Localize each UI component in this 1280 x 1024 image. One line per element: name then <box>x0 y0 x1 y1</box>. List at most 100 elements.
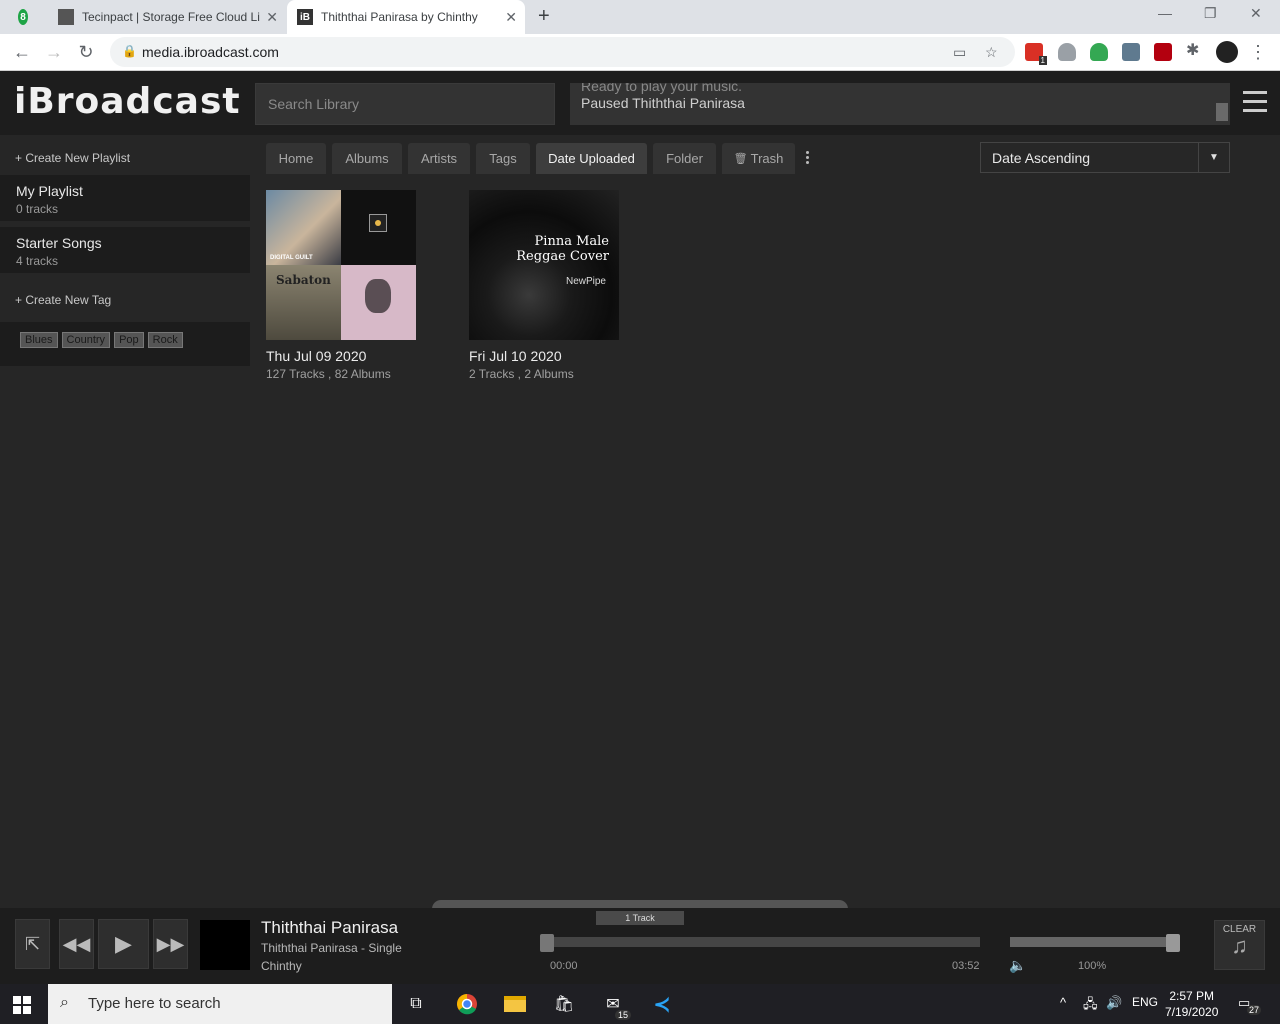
seek-bar[interactable] <box>546 937 980 947</box>
ibroadcast-logo[interactable]: iBroadcast <box>14 81 241 122</box>
now-playing-artist: Chinthy <box>261 959 302 973</box>
playlist-name: Starter Songs <box>16 235 102 251</box>
system-clock[interactable]: 2:57 PM 7/19/2020 <box>1165 988 1218 1020</box>
collage-artwork: DIGITAL GUILT Sabaton <box>266 190 416 340</box>
chrome-icon[interactable] <box>455 992 479 1016</box>
windows-start-icon[interactable] <box>13 996 31 1014</box>
network-icon[interactable]: 🖧 <box>1083 995 1098 1017</box>
card-summary: 127 Tracks , 82 Albums <box>266 367 391 381</box>
vscode-icon[interactable]: ≺ <box>650 992 674 1016</box>
tab-artists[interactable]: Artists <box>408 143 470 174</box>
upload-date-card[interactable]: DIGITAL GUILT Sabaton Thu Jul 09 2020 12… <box>266 190 416 381</box>
minimize-icon[interactable]: — <box>1158 5 1172 21</box>
volume-slider[interactable] <box>1010 937 1178 947</box>
now-playing-title: Thiththai Panirasa <box>261 918 399 937</box>
chevron-down-icon: ▼ <box>1198 143 1229 172</box>
new-tab-button[interactable]: + <box>538 5 550 28</box>
ibroadcast-favicon-icon: iB <box>297 9 313 25</box>
tab-folder[interactable]: Folder <box>653 143 716 174</box>
window-close-icon[interactable]: ✕ <box>1250 5 1262 22</box>
playlist-name: My Playlist <box>16 183 83 199</box>
profile-avatar[interactable] <box>1216 41 1238 63</box>
sort-select[interactable]: Date Ascending ▼ <box>980 142 1230 173</box>
extension-blue-icon[interactable] <box>1122 43 1140 61</box>
cast-icon[interactable]: ▭ <box>953 44 966 61</box>
tag-rock[interactable]: Rock <box>147 332 183 348</box>
tag-country[interactable]: Country <box>61 332 111 348</box>
restore-icon[interactable]: ❐ <box>1204 5 1217 22</box>
back-icon[interactable]: ← <box>10 40 34 64</box>
create-tag-link[interactable]: + Create New Tag <box>0 279 250 322</box>
forward-icon[interactable]: → <box>42 40 66 64</box>
tag-pop[interactable]: Pop <box>114 332 144 348</box>
taskbar-search-placeholder: Type here to search <box>88 995 221 1012</box>
tab-title: Tecinpact | Storage Free Cloud Li <box>82 10 260 24</box>
task-view-icon[interactable]: ⧉ <box>404 992 428 1016</box>
status-scrollbar[interactable] <box>1216 103 1228 121</box>
playlist-count: 4 tracks <box>16 254 59 268</box>
close-icon[interactable]: ✕ <box>505 9 517 26</box>
tab-trash-label: Trash <box>750 151 784 166</box>
card-summary: 2 Tracks , 2 Albums <box>469 367 574 381</box>
volume-icon[interactable]: 🔈 <box>1009 957 1026 974</box>
more-options-icon[interactable] <box>806 151 810 166</box>
play-icon[interactable]: ▶ <box>98 919 149 969</box>
tab-title: Thiththai Panirasa by Chinthy <box>321 10 478 24</box>
shield-icon[interactable] <box>1058 43 1076 61</box>
search-icon: ⌕ <box>60 994 69 1011</box>
now-playing-artwork[interactable] <box>200 920 250 970</box>
speaker-icon[interactable]: 🔊 <box>1106 995 1122 1011</box>
browser-toolbar: ← → ↻ 🔒 media.ibroadcast.com ▭ ☆ 1 ✱ ⋮ <box>0 34 1280 71</box>
status-current: Paused Thiththai Panirasa <box>581 95 745 111</box>
tag-list: Blues Country Pop Rock <box>0 322 250 366</box>
now-playing-album: Thiththai Panirasa - Single <box>261 941 402 955</box>
notification-icon[interactable]: ▭ 27 <box>1238 995 1262 1015</box>
hamburger-menu-icon[interactable] <box>1243 91 1267 118</box>
mail-icon[interactable]: ✉ 15 <box>601 992 631 1020</box>
close-icon[interactable]: ✕ <box>266 9 278 26</box>
total-time: 03:52 <box>952 960 980 972</box>
windows-taskbar: ⌕ Type here to search ⧉ 🛍 ✉ 15 ≺ ^ 🖧 🔊 EN… <box>0 984 1280 1024</box>
file-explorer-icon[interactable] <box>503 992 527 1016</box>
album-art-cube <box>341 190 416 265</box>
art-label: Sabaton <box>276 273 331 287</box>
tab-tags[interactable]: Tags <box>476 143 530 174</box>
tab-trash[interactable]: 🗑 Trash <box>722 143 795 174</box>
puzzle-icon[interactable]: ✱ <box>1186 40 1204 59</box>
playlist-item-starter-songs[interactable]: Starter Songs 4 tracks <box>0 227 250 273</box>
tab-tecinpact[interactable]: Tecinpact | Storage Free Cloud Li ✕ <box>50 0 286 34</box>
upload-date-card[interactable]: Pinna Male Reggae Cover NewPipe Fri Jul … <box>469 190 619 381</box>
green-shield-icon[interactable] <box>1090 43 1108 61</box>
next-icon[interactable]: ▶▶ <box>153 919 188 969</box>
tab-date-uploaded[interactable]: Date Uploaded <box>536 143 647 174</box>
elapsed-time: 00:00 <box>550 960 578 972</box>
clear-queue-button[interactable]: CLEAR ♫ <box>1214 920 1265 970</box>
card-date: Fri Jul 10 2020 <box>469 348 562 364</box>
pdf-icon[interactable] <box>1154 43 1172 61</box>
tag-blues[interactable]: Blues <box>20 332 58 348</box>
tab-ibroadcast[interactable]: iB Thiththai Panirasa by Chinthy ✕ <box>287 0 525 34</box>
tab-group-badge[interactable]: 8 <box>18 0 36 34</box>
extension-red-icon[interactable]: 1 <box>1025 43 1047 65</box>
menu-dots-icon[interactable]: ⋮ <box>1246 40 1270 64</box>
queue-count-badge[interactable]: 1 Track <box>596 911 684 925</box>
art-title: Pinna Male Reggae Cover <box>516 234 609 264</box>
popout-icon[interactable]: ⇱ <box>15 919 50 969</box>
seek-handle[interactable] <box>540 934 554 952</box>
volume-handle[interactable] <box>1166 934 1180 952</box>
address-bar[interactable]: 🔒 media.ibroadcast.com ▭ ☆ <box>110 37 1015 67</box>
tray-chevron-icon[interactable]: ^ <box>1060 995 1066 1010</box>
store-icon[interactable]: 🛍 <box>552 992 576 1016</box>
create-playlist-link[interactable]: + Create New Playlist <box>0 135 250 175</box>
tab-home[interactable]: Home <box>266 143 326 174</box>
taskbar-search-box[interactable]: ⌕ Type here to search <box>48 984 392 1024</box>
tab-albums[interactable]: Albums <box>332 143 402 174</box>
search-library-input[interactable] <box>255 83 555 125</box>
album-art-pink <box>341 265 416 340</box>
browser-tab-bar: 8 Tecinpact | Storage Free Cloud Li ✕ iB… <box>0 0 1280 34</box>
language-indicator[interactable]: ENG <box>1132 995 1158 1009</box>
bookmark-star-icon[interactable]: ☆ <box>985 44 998 61</box>
playlist-item-my-playlist[interactable]: My Playlist 0 tracks <box>0 175 250 221</box>
reload-icon[interactable]: ↻ <box>74 40 98 64</box>
previous-icon[interactable]: ◀◀ <box>59 919 94 969</box>
